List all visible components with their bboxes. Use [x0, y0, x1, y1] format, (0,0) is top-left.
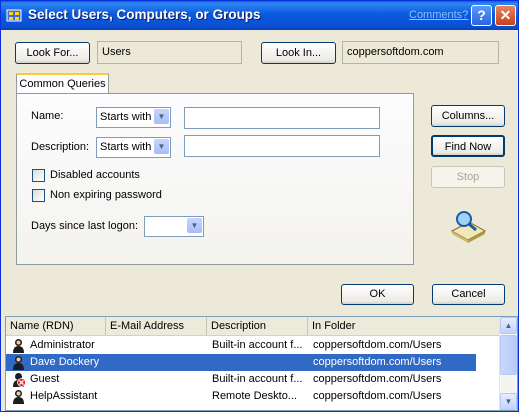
cell-description: Built-in account f... [212, 373, 303, 385]
cell-name: Dave Dockery [30, 356, 100, 368]
comments-link[interactable]: Comments? [409, 9, 468, 21]
name-mode-select[interactable]: Starts with ▼ [96, 107, 171, 128]
cancel-button[interactable]: Cancel [432, 284, 505, 305]
description-label: Description: [31, 141, 90, 153]
title-bar[interactable]: Select Users, Computers, or Groups Comme… [1, 1, 518, 30]
columns-label: Columns... [441, 110, 495, 122]
vertical-scrollbar[interactable]: ▲ ▼ [499, 317, 517, 410]
days-since-logon-label: Days since last logon: [31, 220, 138, 232]
description-input[interactable] [184, 135, 380, 157]
non-expiring-password-checkbox[interactable] [32, 189, 45, 202]
search-results-list[interactable]: Name (RDN) E-Mail Address Description In… [5, 316, 518, 411]
look-in-field: coppersoftdom.com [342, 41, 499, 64]
cancel-label: Cancel [451, 288, 486, 300]
app-icon [6, 9, 22, 22]
days-since-logon-select[interactable]: ▼ [144, 216, 204, 237]
columns-button[interactable]: Columns... [431, 105, 505, 127]
chevron-down-icon: ▼ [154, 139, 169, 154]
scroll-up-icon[interactable]: ▲ [500, 317, 517, 334]
look-for-label: Look For... [26, 47, 79, 59]
chevron-down-icon: ▼ [154, 109, 169, 124]
stop-button[interactable]: Stop [431, 166, 505, 188]
close-glyph: ✕ [499, 7, 512, 23]
cell-folder: coppersoftdom.com/Users [313, 390, 442, 402]
disabled-accounts-checkbox[interactable] [32, 169, 45, 182]
column-header-name[interactable]: Name (RDN) [6, 317, 106, 335]
user-icon [13, 390, 24, 404]
column-header-folder[interactable]: In Folder [308, 317, 501, 335]
cell-folder: coppersoftdom.com/Users [313, 339, 442, 351]
find-now-button[interactable]: Find Now [431, 135, 505, 157]
cell-name: HelpAssistant [30, 390, 98, 402]
select-users-dialog: Select Users, Computers, or Groups Comme… [0, 0, 519, 412]
table-row[interactable]: Guest Built-in account f... coppersoftdo… [6, 371, 476, 388]
cell-name: Administrator [30, 339, 95, 351]
cell-folder: coppersoftdom.com/Users [313, 373, 442, 385]
cell-description: Remote Deskto... [212, 390, 297, 402]
name-mode-value: Starts with [100, 111, 152, 123]
tab-label: Common Queries [19, 78, 106, 90]
cell-name: Guest [30, 373, 60, 385]
table-row[interactable]: Administrator Built-in account f... copp… [6, 337, 476, 354]
ok-label: OK [369, 288, 386, 300]
column-header-email[interactable]: E-Mail Address [106, 317, 207, 335]
scroll-thumb[interactable] [500, 335, 517, 375]
find-now-label: Find Now [444, 141, 492, 153]
stop-label: Stop [456, 171, 480, 183]
name-input[interactable] [184, 107, 380, 129]
list-header: Name (RDN) E-Mail Address Description In… [6, 317, 501, 336]
help-icon[interactable]: ? [471, 5, 492, 26]
help-glyph: ? [477, 7, 486, 23]
non-expiring-password-label: Non expiring password [50, 189, 162, 201]
common-queries-panel: Name: Starts with ▼ Description: Starts … [16, 93, 414, 265]
name-label: Name: [31, 110, 64, 122]
table-row-selected[interactable]: Dave Dockery coppersoftdom.com/Users [6, 354, 476, 371]
search-directory-icon [450, 211, 487, 243]
cell-description: Built-in account f... [212, 339, 303, 351]
disabled-accounts-label: Disabled accounts [50, 169, 140, 181]
scroll-down-icon[interactable]: ▼ [500, 393, 517, 410]
user-icon [13, 356, 24, 370]
disabled-user-icon [13, 373, 26, 387]
window-title: Select Users, Computers, or Groups [28, 7, 261, 22]
user-icon [13, 339, 24, 353]
column-header-description[interactable]: Description [207, 317, 308, 335]
ok-button[interactable]: OK [341, 284, 414, 305]
chevron-down-icon: ▼ [187, 218, 202, 233]
look-in-label: Look In... [275, 47, 322, 59]
close-icon[interactable]: ✕ [495, 5, 516, 26]
look-in-button[interactable]: Look In... [261, 42, 336, 64]
look-for-field: Users [97, 41, 242, 64]
description-mode-select[interactable]: Starts with ▼ [96, 137, 171, 158]
cell-folder: coppersoftdom.com/Users [313, 356, 442, 368]
tab-common-queries[interactable]: Common Queries [16, 73, 109, 94]
look-for-button[interactable]: Look For... [15, 42, 90, 64]
table-row[interactable]: HelpAssistant Remote Deskto... coppersof… [6, 388, 476, 405]
description-mode-value: Starts with [100, 141, 152, 153]
